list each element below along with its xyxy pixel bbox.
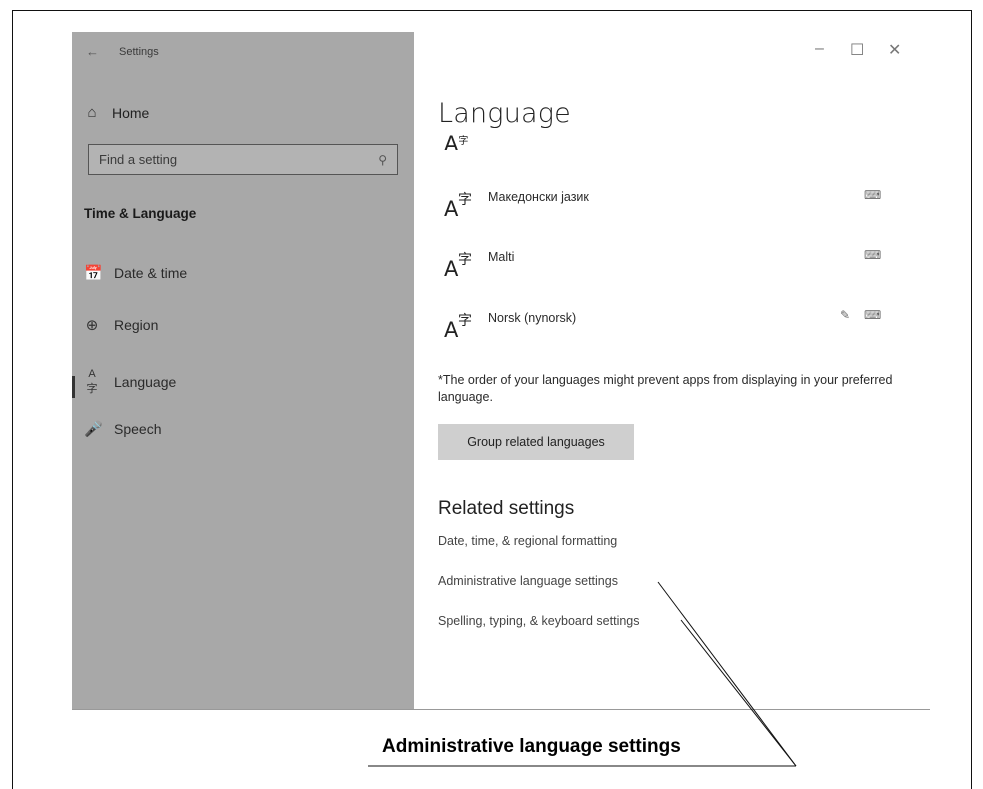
callout-leader-line (680, 619, 797, 767)
callout-label: Administrative language settings (382, 736, 681, 757)
callout-leader-lines (368, 581, 797, 767)
